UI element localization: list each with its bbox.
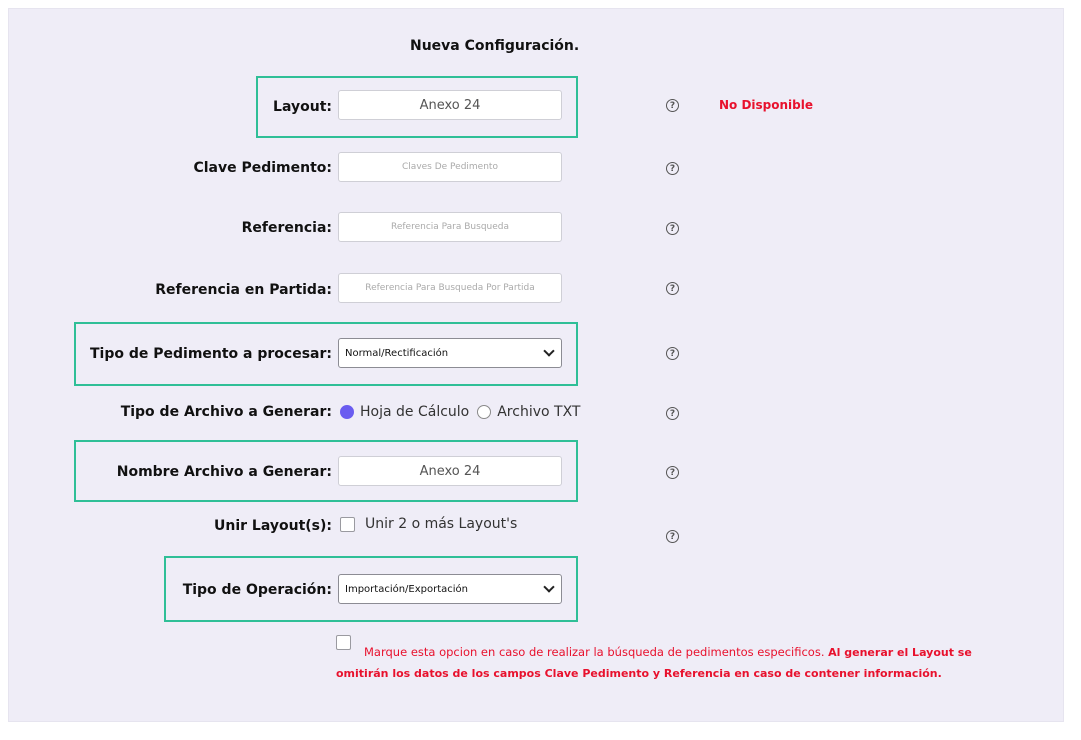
tipo-pedimento-selected: Normal/Rectificación (345, 347, 449, 359)
question-circle-icon[interactable]: ? (666, 282, 679, 295)
layout-label: Layout: (273, 99, 332, 115)
chevron-down-icon (543, 345, 555, 357)
unir-layouts-checkbox-label: Unir 2 o más Layout's (365, 516, 518, 532)
tipo-operacion-select[interactable]: Importación/Exportación (338, 574, 562, 604)
radio-hoja-calculo[interactable] (340, 405, 354, 419)
tipo-operacion-label: Tipo de Operación: (182, 582, 332, 598)
question-circle-icon[interactable]: ? (666, 530, 679, 543)
unir-layouts-label: Unir Layout(s): (214, 518, 332, 534)
question-circle-icon[interactable]: ? (666, 162, 679, 175)
question-circle-icon[interactable]: ? (666, 222, 679, 235)
tipo-pedimento-label: Tipo de Pedimento a procesar: (89, 346, 332, 362)
question-circle-icon[interactable]: ? (666, 466, 679, 479)
tipo-operacion-selected: Importación/Exportación (345, 583, 469, 595)
question-circle-icon[interactable]: ? (666, 99, 679, 112)
radio-hoja-calculo-label: Hoja de Cálculo (360, 404, 470, 420)
chevron-down-icon (543, 581, 555, 593)
unir-layouts-option: Unir 2 o más Layout's (340, 516, 517, 532)
clave-pedimento-label: Clave Pedimento: (193, 160, 332, 176)
nombre-archivo-input[interactable] (338, 456, 562, 486)
note-normal-text: Marque esta opcion en caso de realizar l… (364, 645, 829, 659)
radio-archivo-txt-label: Archivo TXT (497, 404, 581, 420)
page-title: Nueva Configuración. (410, 38, 580, 54)
radio-archivo-txt[interactable] (477, 405, 492, 419)
referencia-label: Referencia: (241, 220, 332, 236)
referencia-partida-input[interactable] (338, 273, 562, 303)
tipo-archivo-options: Hoja de Cálculo Archivo TXT (340, 402, 580, 422)
nombre-archivo-label: Nombre Archivo a Generar: (116, 464, 332, 480)
question-circle-icon[interactable]: ? (666, 347, 679, 360)
clave-pedimento-input[interactable] (338, 152, 562, 182)
layout-field[interactable] (338, 90, 562, 120)
tipo-archivo-label: Tipo de Archivo a Generar: (120, 404, 332, 420)
layout-status: No Disponible (719, 98, 814, 112)
busqueda-especifica-note: Marque esta opcion en caso de realizar l… (336, 642, 1026, 684)
referencia-input[interactable] (338, 212, 562, 242)
tipo-pedimento-select[interactable]: Normal/Rectificación (338, 338, 562, 368)
unir-layouts-checkbox[interactable] (340, 516, 355, 532)
referencia-partida-label: Referencia en Partida: (155, 282, 332, 298)
question-circle-icon[interactable]: ? (666, 407, 679, 420)
